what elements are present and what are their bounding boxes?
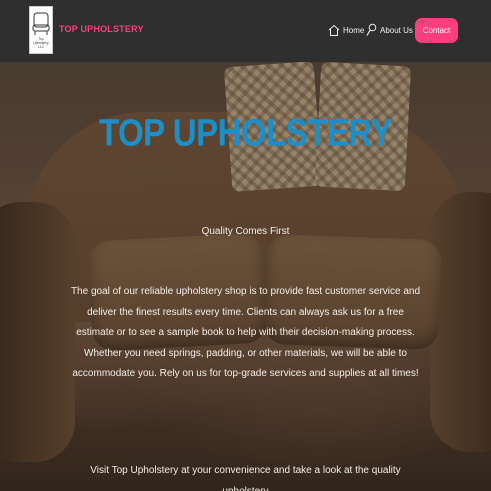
visit-paragraph: Visit Top Upholstery at your convenience…	[90, 465, 401, 491]
nav-about-label: About Us	[380, 25, 413, 35]
hero-tagline: Quality Comes First	[201, 226, 290, 237]
brand-name[interactable]: TOP UPHOLSTERY	[59, 24, 144, 34]
contact-button[interactable]: Contact	[415, 18, 458, 43]
intro-paragraph: The goal of our reliable upholstery shop…	[70, 286, 421, 379]
logo-line-3: LLC	[38, 45, 45, 49]
nav-about-us[interactable]: About Us	[366, 20, 413, 40]
chair-logo-icon: Top Upholstery LLC	[32, 12, 50, 49]
hero-title: TOP UPHOLSTERY	[98, 111, 393, 154]
search-icon	[366, 23, 377, 36]
nav-home-label: Home	[343, 25, 365, 35]
hero-section: TOP UPHOLSTERY Quality Comes First The g…	[0, 62, 491, 491]
home-icon	[328, 24, 340, 36]
site-header: Top Upholstery LLC TOP UPHOLSTERY Home A…	[0, 0, 491, 62]
logo[interactable]: Top Upholstery LLC	[29, 6, 53, 54]
nav-home[interactable]: Home	[328, 20, 364, 40]
